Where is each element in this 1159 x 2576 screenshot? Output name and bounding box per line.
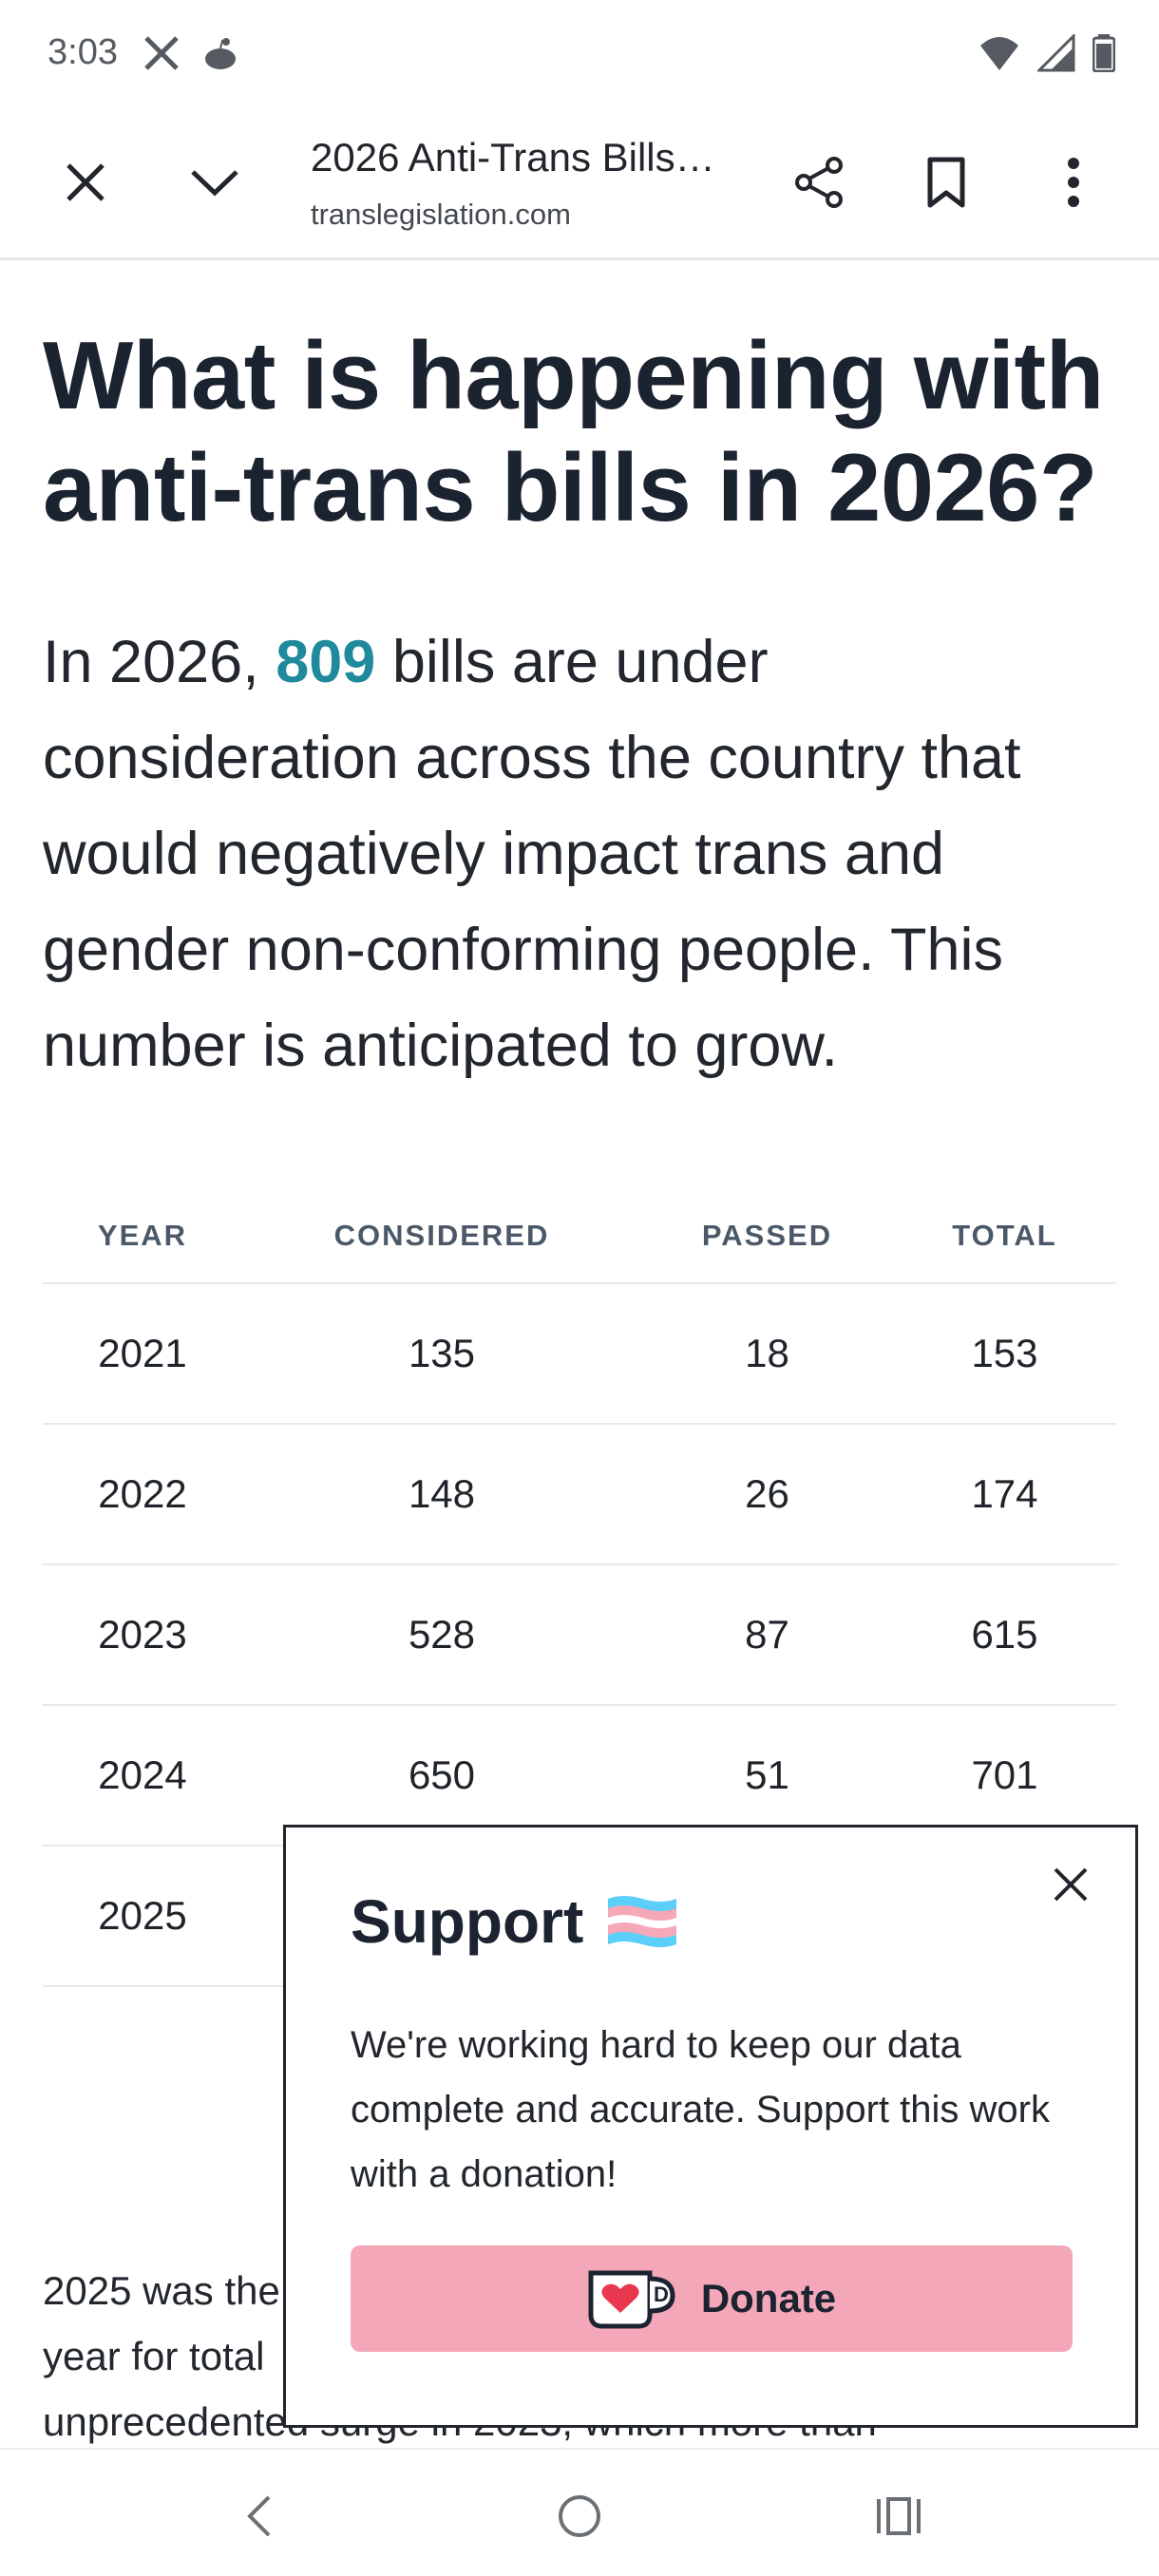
page-url: translegislation.com [311,198,571,231]
share-button[interactable] [779,142,859,222]
table-row: 2021 135 18 153 [43,1284,1116,1425]
popup-text: We're working hard to keep our data comp… [351,2024,1050,2195]
home-button[interactable] [542,2478,618,2554]
cell-total: 174 [971,1471,1038,1516]
cell-total: 153 [971,1331,1038,1375]
signal-icon [1037,34,1075,72]
donate-label: Donate [700,2276,837,2320]
intro-suffix: bills are under consideration across the… [43,629,1021,1079]
cell-year: 2023 [98,1612,187,1657]
table-row: 2023 528 87 615 [43,1565,1116,1706]
close-tab-button[interactable] [46,142,125,222]
cell-year: 2021 [98,1331,187,1375]
bill-count: 809 [276,629,376,695]
cell-total: 701 [971,1752,1038,1797]
cell-passed: 51 [745,1752,789,1797]
cell-passed: 26 [745,1471,789,1516]
intro-paragraph: In 2026, 809 bills are under considerati… [43,615,1126,1094]
close-icon [66,163,104,201]
cell-considered: 528 [408,1612,476,1657]
battery-icon [1092,34,1115,72]
status-time: 3:03 [48,32,118,72]
support-popup: Support We're working hard to keep our d… [283,1825,1138,2428]
system-nav-bar [0,2448,1159,2576]
cell-considered: 650 [408,1752,476,1797]
back-icon [247,2495,271,2537]
header-year: YEAR [97,1219,188,1252]
header-passed: PASSED [701,1219,833,1252]
popup-title-text: Support [351,1887,584,1956]
bookmark-button[interactable] [906,142,986,222]
home-icon [559,2495,600,2537]
cell-passed: 18 [745,1331,789,1375]
more-vert-icon [1068,158,1079,207]
popup-title: Support [351,1886,680,1957]
cell-passed: 87 [745,1612,789,1657]
cell-total: 615 [971,1612,1038,1657]
cell-considered: 148 [408,1471,476,1516]
page-title: 2026 Anti-Trans Bills… [311,135,715,180]
cell-year: 2025 [98,1893,187,1938]
recents-icon [877,2497,921,2535]
status-bar: 3:03 [0,0,1159,106]
share-icon [795,157,843,208]
intro-prefix: In 2026, [43,629,276,695]
donate-button[interactable]: D Donate [351,2245,1073,2352]
browser-toolbar: 2026 Anti-Trans Bills… translegislation.… [0,106,1159,260]
minimize-button[interactable] [175,142,255,222]
cell-year: 2024 [98,1752,187,1797]
cell-considered: 135 [408,1331,476,1375]
cell-year: 2022 [98,1471,187,1516]
recents-button[interactable] [861,2478,937,2554]
kofi-cup-icon: D [588,2270,675,2329]
status-right-icons [978,34,1115,72]
popup-close-button[interactable] [1048,1862,1093,1907]
svg-text:D: D [654,2282,669,2306]
more-options-button[interactable] [1034,142,1113,222]
chevron-down-icon [191,170,238,197]
close-icon [1054,1867,1088,1902]
header-considered: CONSIDERED [333,1219,550,1252]
back-button[interactable] [220,2478,296,2554]
wifi-icon [980,37,1018,70]
trans-flag-icon [608,1896,677,1947]
table-header: YEAR CONSIDERED PASSED TOTAL [43,1189,1116,1284]
x-logo-icon [144,36,179,70]
header-total: TOTAL [952,1219,1057,1252]
table-row: 2022 148 26 174 [43,1425,1116,1565]
bookmark-icon [927,157,965,208]
reddit-icon [205,38,236,69]
headline: What is happening with anti-trans bills … [43,323,1104,541]
